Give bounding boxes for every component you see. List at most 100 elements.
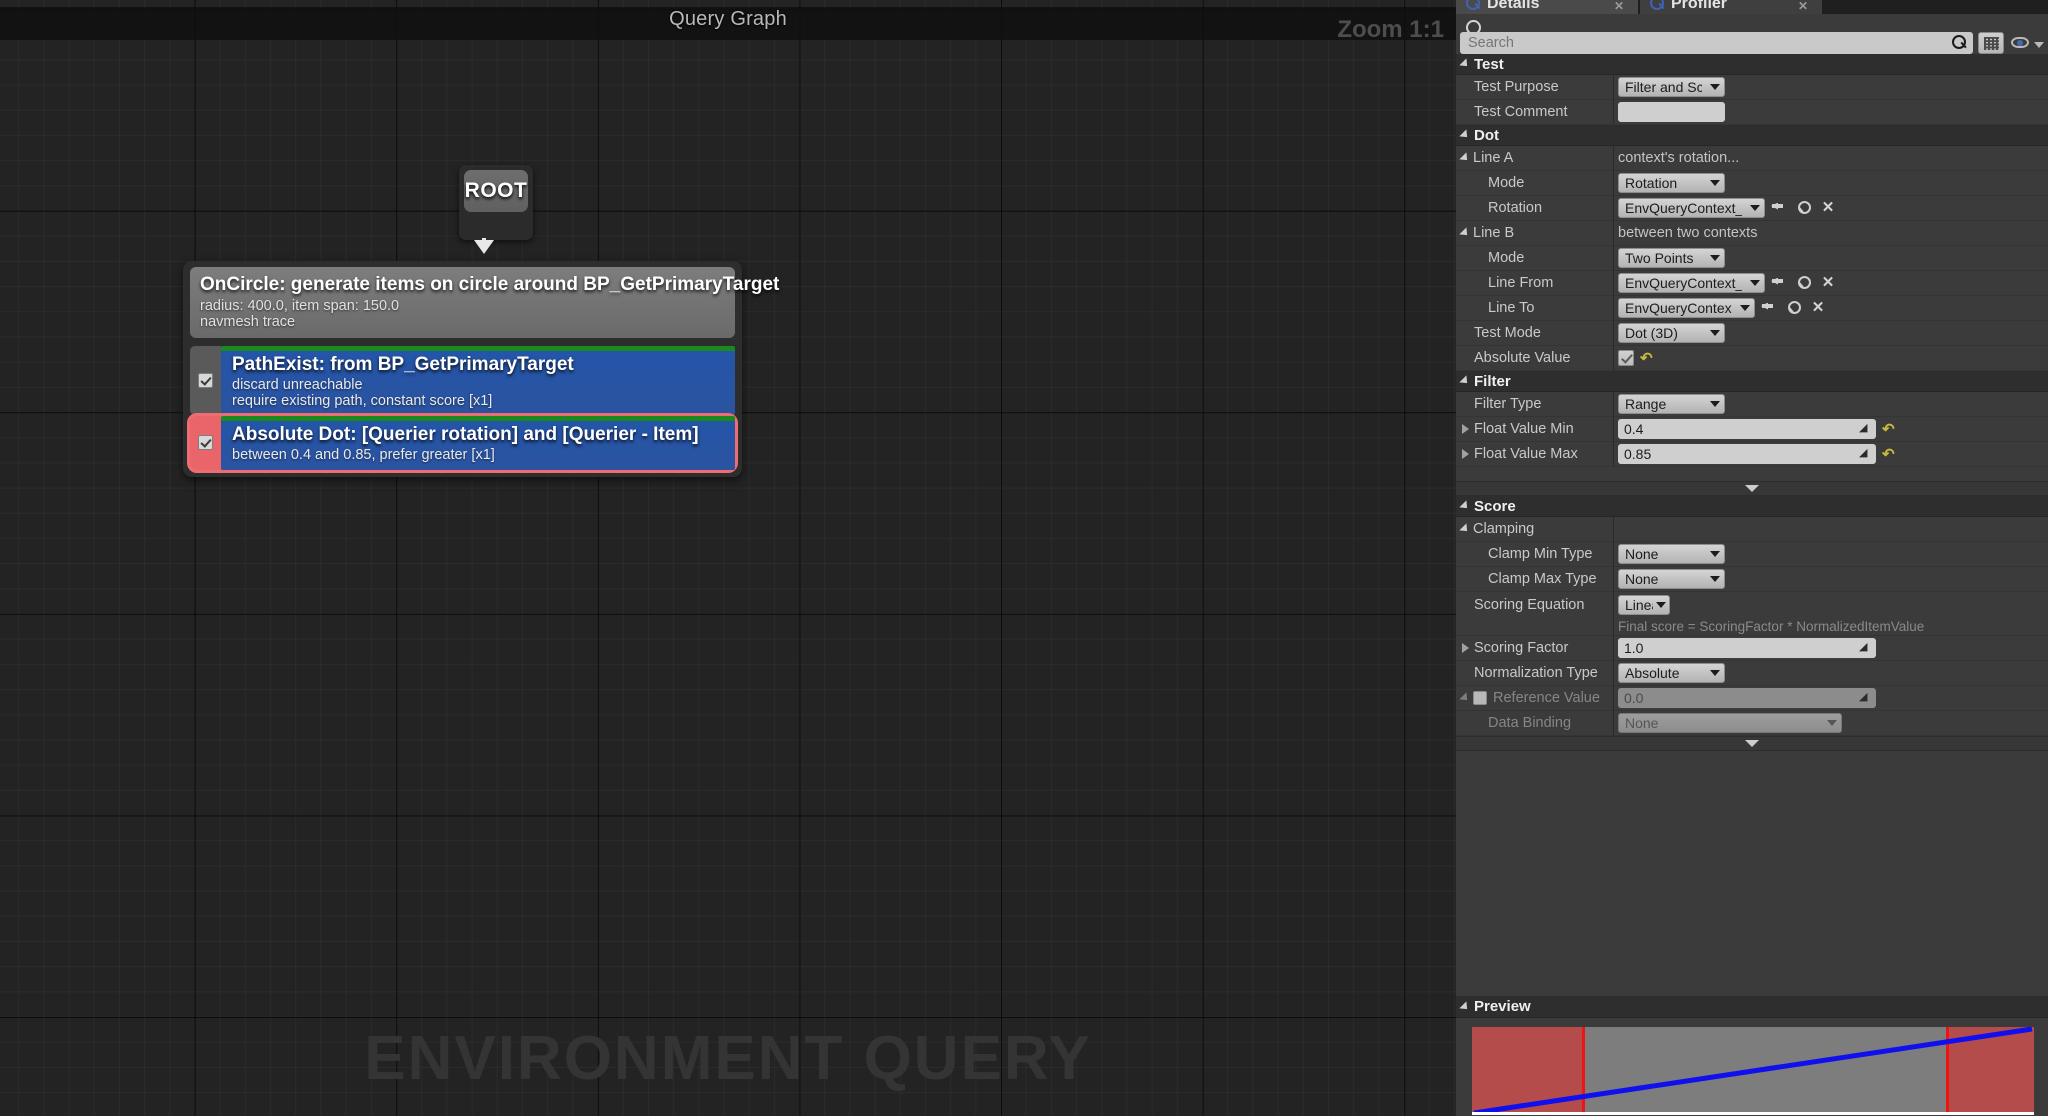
category-header-filter[interactable]: Filter xyxy=(1456,371,2048,392)
use-selected-asset-icon[interactable] xyxy=(1771,200,1789,216)
normalization-type-dropdown[interactable]: Absolute xyxy=(1618,663,1725,683)
drag-handle-icon[interactable]: ◢ xyxy=(1859,448,1871,460)
test-node-absolute-dot[interactable]: Absolute Dot: [Querier rotation] and [Qu… xyxy=(187,413,738,473)
preview-section: Preview xyxy=(1456,996,2048,1116)
clamp-max-type-dropdown[interactable]: None xyxy=(1618,569,1725,589)
spacer xyxy=(1456,467,2048,481)
generator-node-group[interactable]: OnCircle: generate items on circle aroun… xyxy=(183,261,779,477)
row-label: Reference Value xyxy=(1493,690,1600,706)
reference-value-input: 0.0 ◢ xyxy=(1618,688,1876,708)
generator-node[interactable]: OnCircle: generate items on circle aroun… xyxy=(190,267,779,338)
row-clamping[interactable]: Clamping xyxy=(1456,517,2048,542)
search-input[interactable]: Search xyxy=(1460,32,1973,54)
test-node-pathexist[interactable]: PathExist: from BP_GetPrimaryTarget disc… xyxy=(190,346,735,415)
reset-to-default-icon[interactable]: ↷ xyxy=(1882,446,1895,463)
chevron-expanded-icon xyxy=(1459,227,1471,239)
row-label: Rotation xyxy=(1456,196,1614,220)
chevron-down-icon[interactable] xyxy=(2034,42,2044,48)
reset-to-default-icon[interactable]: ↷ xyxy=(1640,350,1653,367)
absolute-value-checkbox[interactable] xyxy=(1618,350,1634,366)
input-value: 0.85 xyxy=(1624,446,1652,462)
test-node-enable-checkbox-cell[interactable] xyxy=(190,346,221,415)
row-label: Float Value Max xyxy=(1474,446,1578,462)
category-header-test[interactable]: Test xyxy=(1456,54,2048,75)
graph-grid-major xyxy=(0,0,1456,1116)
test-node-body[interactable]: Absolute Dot: [Querier rotation] and [Qu… xyxy=(221,416,735,470)
row-label: Clamp Min Type xyxy=(1456,542,1614,566)
drag-handle-icon[interactable]: ◢ xyxy=(1859,642,1871,654)
chevron-collapsed-icon[interactable] xyxy=(1462,449,1469,459)
expand-score-section-button[interactable] xyxy=(1456,736,2048,751)
test-enabled-checkbox[interactable] xyxy=(198,373,213,388)
chevron-expanded-icon xyxy=(1459,58,1471,70)
line-to-context-dropdown[interactable]: EnvQueryContext_Item xyxy=(1618,298,1755,318)
test-node-body[interactable]: PathExist: from BP_GetPrimaryTarget disc… xyxy=(221,346,735,415)
generator-node-subtitle-2: navmesh trace xyxy=(200,313,296,330)
row-label: Line A xyxy=(1473,150,1514,166)
chevron-down-icon xyxy=(1710,670,1720,676)
tab-details[interactable]: Details ✕ xyxy=(1456,0,1638,14)
chevron-down-icon xyxy=(1710,330,1720,336)
row-label-group: Line A xyxy=(1456,146,1614,170)
row-label: Scoring Equation xyxy=(1456,592,1614,617)
grid-view-button[interactable] xyxy=(1978,32,2004,54)
browse-asset-icon[interactable] xyxy=(1785,300,1803,316)
reference-value-checkbox[interactable] xyxy=(1473,691,1487,705)
dropdown-value: EnvQueryContext_Querier xyxy=(1625,200,1742,216)
row-label: Float Value Min xyxy=(1474,421,1574,437)
test-purpose-dropdown[interactable]: Filter and Score xyxy=(1618,77,1725,97)
float-value-min-input[interactable]: 0.4 ◢ xyxy=(1618,419,1876,439)
row-label: Mode xyxy=(1456,171,1614,195)
test-node-enable-checkbox-cell[interactable] xyxy=(190,416,221,470)
reset-to-default-icon[interactable]: ↷ xyxy=(1882,421,1895,438)
chevron-down-icon xyxy=(1710,401,1720,407)
category-header-score[interactable]: Score xyxy=(1456,496,2048,517)
row-line-b[interactable]: Line B between two contexts xyxy=(1456,221,2048,246)
clear-asset-icon[interactable]: ✕ xyxy=(1819,275,1837,291)
expand-filter-section-button[interactable] xyxy=(1456,481,2048,496)
row-scoring-factor: Scoring Factor 1.0 ◢ xyxy=(1456,636,2048,661)
row-absolute-value: Absolute Value ↷ xyxy=(1456,346,2048,371)
test-mode-dropdown[interactable]: Dot (3D) xyxy=(1618,323,1725,343)
score-preview-chart xyxy=(1472,1027,2034,1115)
visibility-button[interactable] xyxy=(2010,32,2032,54)
test-node-title: PathExist: from BP_GetPrimaryTarget xyxy=(232,354,574,375)
query-graph-canvas[interactable]: Query Graph Zoom 1:1 ENVIRONMENT QUERY R… xyxy=(0,0,1456,1116)
row-label-group: Clamping xyxy=(1456,517,1614,541)
scoring-factor-input[interactable]: 1.0 ◢ xyxy=(1618,638,1876,658)
drag-handle-icon: ◢ xyxy=(1859,691,1868,703)
line-from-context-dropdown[interactable]: EnvQueryContext_Querier xyxy=(1618,273,1765,293)
test-comment-input[interactable] xyxy=(1618,102,1725,122)
close-icon[interactable]: ✕ xyxy=(1798,0,1808,13)
use-selected-asset-icon[interactable] xyxy=(1761,300,1779,316)
tab-profiler[interactable]: Profiler ✕ xyxy=(1640,0,1822,14)
root-node[interactable]: ROOT xyxy=(459,165,533,240)
graph-zoom-level: Zoom 1:1 xyxy=(1337,16,1444,43)
clear-asset-icon[interactable]: ✕ xyxy=(1809,300,1827,316)
row-line-a[interactable]: Line A context's rotation... xyxy=(1456,146,2048,171)
category-header-dot[interactable]: Dot xyxy=(1456,125,2048,146)
clear-asset-icon[interactable]: ✕ xyxy=(1819,200,1837,216)
close-icon[interactable]: ✕ xyxy=(1614,0,1624,13)
test-enabled-checkbox[interactable] xyxy=(198,435,213,451)
root-node-label: ROOT xyxy=(464,179,528,202)
score-curve xyxy=(1473,1027,2033,1115)
browse-asset-icon[interactable] xyxy=(1795,200,1813,216)
clamp-min-type-dropdown[interactable]: None xyxy=(1618,544,1725,564)
browse-asset-icon[interactable] xyxy=(1795,275,1813,291)
use-selected-asset-icon[interactable] xyxy=(1771,275,1789,291)
chevron-collapsed-icon[interactable] xyxy=(1462,424,1469,434)
chevron-collapsed-icon[interactable] xyxy=(1462,643,1469,653)
scoring-equation-dropdown[interactable]: Linear xyxy=(1618,594,1670,615)
rotation-context-dropdown[interactable]: EnvQueryContext_Querier xyxy=(1618,198,1765,218)
category-label: Dot xyxy=(1474,126,1499,144)
drag-handle-icon[interactable]: ◢ xyxy=(1859,423,1871,435)
test-node-subtitle-2: require existing path, constant score [x… xyxy=(232,392,493,409)
line-a-mode-dropdown[interactable]: Rotation xyxy=(1618,173,1725,193)
tab-details-label: Details xyxy=(1487,0,1540,12)
float-value-max-input[interactable]: 0.85 ◢ xyxy=(1618,444,1876,464)
line-b-mode-dropdown[interactable]: Two Points xyxy=(1618,248,1725,268)
filter-type-dropdown[interactable]: Range xyxy=(1618,394,1725,414)
category-header-preview[interactable]: Preview xyxy=(1456,996,2048,1018)
row-label: Clamp Max Type xyxy=(1456,567,1614,591)
